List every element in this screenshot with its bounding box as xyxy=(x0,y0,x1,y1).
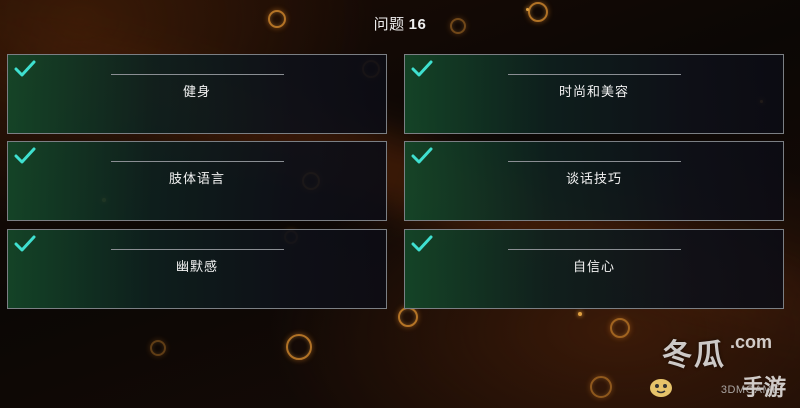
option-label: 时尚和美容 xyxy=(558,84,629,99)
watermark-site: 3DMGAME xyxy=(720,384,780,396)
option-label: 幽默感 xyxy=(175,259,218,274)
watermark: 冬瓜 .com 手游 3DMGAME xyxy=(586,330,786,400)
option-card-confidence[interactable]: 自信心 xyxy=(404,229,784,309)
option-card-humor[interactable]: 幽默感 xyxy=(7,229,387,309)
question-number: 16 xyxy=(408,16,427,33)
divider xyxy=(508,161,681,162)
mascot-icon xyxy=(650,379,672,397)
option-label: 健身 xyxy=(182,84,211,99)
option-card-conversation-skills[interactable]: 谈话技巧 xyxy=(404,141,784,221)
option-label: 谈话技巧 xyxy=(565,171,622,186)
checkmark-icon xyxy=(14,235,36,252)
checkmark-icon xyxy=(411,147,433,164)
divider xyxy=(111,249,284,250)
option-label: 肢体语言 xyxy=(168,171,225,186)
option-card-fitness[interactable]: 健身 xyxy=(7,54,387,134)
checkmark-icon xyxy=(411,60,433,77)
watermark-dotcom: .com xyxy=(729,332,772,352)
bubble-decoration xyxy=(286,334,312,360)
divider xyxy=(111,74,284,75)
question-title: 问题 16 xyxy=(0,13,800,34)
checkmark-icon xyxy=(14,60,36,77)
divider xyxy=(111,161,284,162)
divider xyxy=(508,74,681,75)
divider xyxy=(508,249,681,250)
spark-decoration xyxy=(578,312,582,316)
option-label: 自信心 xyxy=(572,259,615,274)
option-card-fashion-beauty[interactable]: 时尚和美容 xyxy=(404,54,784,134)
spark-decoration xyxy=(526,8,529,11)
option-card-body-language[interactable]: 肢体语言 xyxy=(7,141,387,221)
checkmark-icon xyxy=(14,147,36,164)
watermark-brand: 冬瓜 xyxy=(662,338,726,373)
bubble-decoration xyxy=(398,307,418,327)
checkmark-icon xyxy=(411,235,433,252)
question-prefix: 问题 xyxy=(373,16,405,33)
bubble-decoration xyxy=(150,340,166,356)
